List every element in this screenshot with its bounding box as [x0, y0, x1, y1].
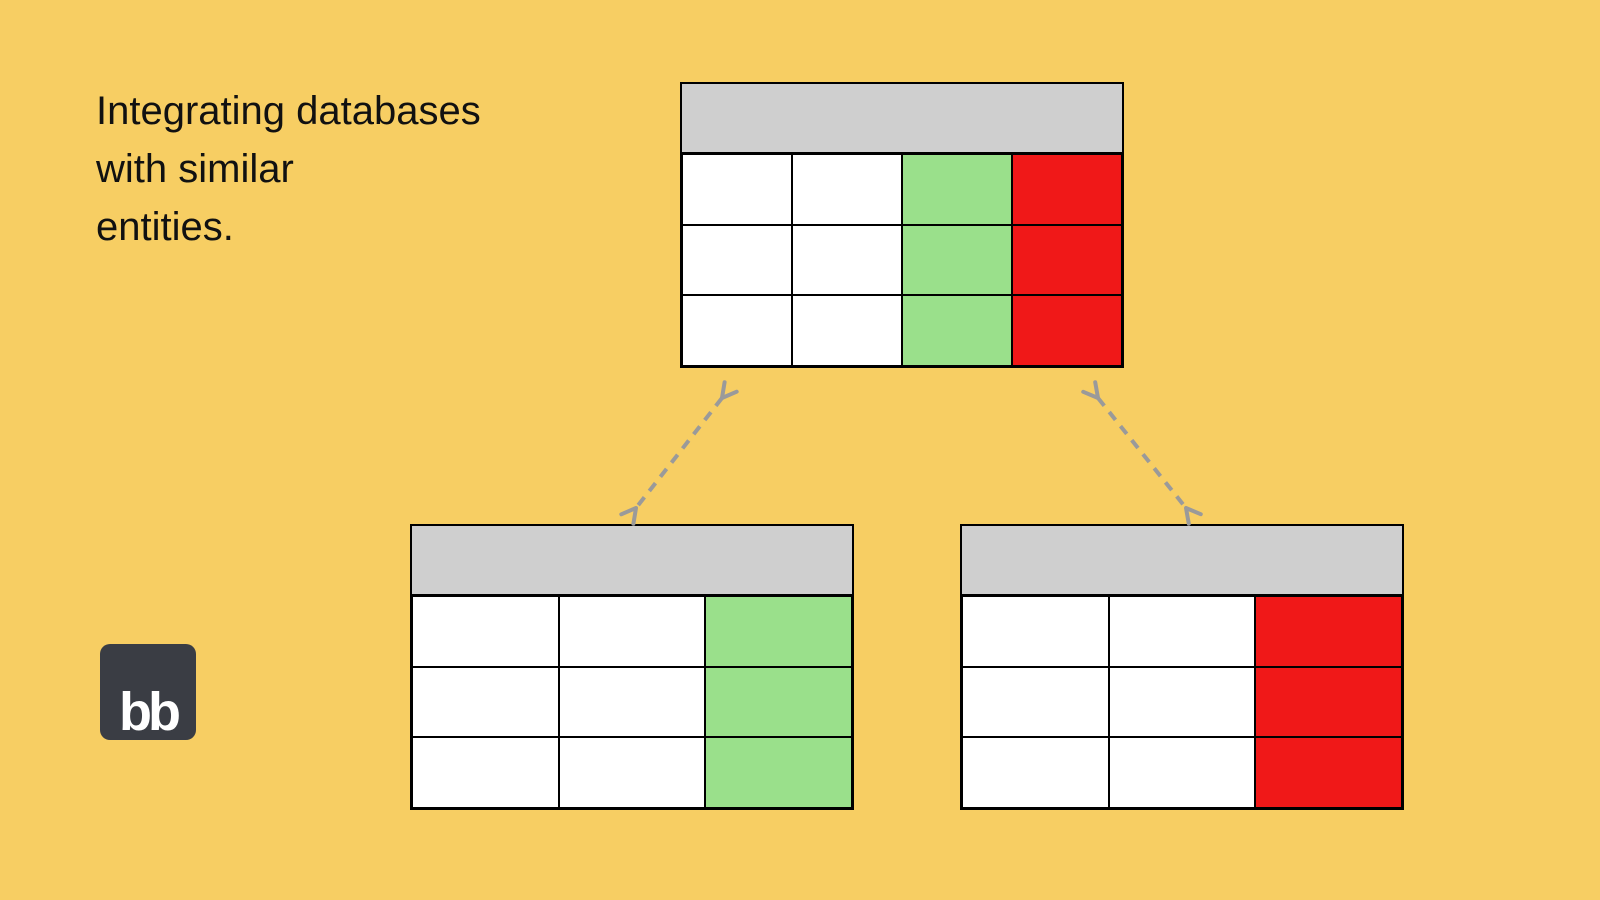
db-table-left-cell [705, 667, 852, 738]
db-table-top-cell [902, 295, 1012, 366]
db-table-right-cell [1255, 737, 1402, 808]
db-table-left-body [412, 596, 852, 808]
db-table-right-cell [1255, 596, 1402, 667]
db-table-right-body [962, 596, 1402, 808]
arrow-right [1084, 384, 1200, 522]
db-table-top-cell [1012, 225, 1122, 296]
arrow-left [622, 384, 736, 522]
diagram-title-line: with similar [96, 140, 481, 198]
db-table-left-cell [705, 737, 852, 808]
diagram-title-line: Integrating databases [96, 82, 481, 140]
db-table-right-cell [1109, 596, 1256, 667]
db-table-left-cell [705, 596, 852, 667]
db-table-top-cell [1012, 295, 1122, 366]
brand-logo-text: bb [119, 691, 177, 734]
db-table-top-cell [902, 154, 1012, 225]
db-table-top-body [682, 154, 1122, 366]
db-table-top-header [682, 84, 1122, 154]
diagram-title: Integrating databaseswith similarentitie… [96, 82, 481, 256]
db-table-right-cell [962, 596, 1109, 667]
db-table-right-cell [1109, 737, 1256, 808]
db-table-top-cell [792, 225, 902, 296]
db-table-left-cell [559, 596, 706, 667]
db-table-right [960, 524, 1404, 810]
db-table-right-cell [962, 737, 1109, 808]
db-table-top-cell [792, 154, 902, 225]
db-table-left-cell [412, 667, 559, 738]
db-table-left-cell [559, 667, 706, 738]
db-table-top-cell [1012, 154, 1122, 225]
db-table-right-header [962, 526, 1402, 596]
db-table-top-cell [792, 295, 902, 366]
db-table-top-cell [902, 225, 1012, 296]
db-table-top-cell [682, 295, 792, 366]
db-table-left-header [412, 526, 852, 596]
db-table-left-cell [412, 596, 559, 667]
db-table-top-cell [682, 154, 792, 225]
brand-logo: bb [100, 644, 196, 740]
db-table-right-cell [1255, 667, 1402, 738]
db-table-right-cell [962, 667, 1109, 738]
db-table-left-cell [559, 737, 706, 808]
diagram-title-line: entities. [96, 198, 481, 256]
db-table-right-cell [1109, 667, 1256, 738]
db-table-left [410, 524, 854, 810]
diagram-canvas: Integrating databaseswith similarentitie… [0, 0, 1600, 900]
db-table-top-cell [682, 225, 792, 296]
db-table-left-cell [412, 737, 559, 808]
db-table-top [680, 82, 1124, 368]
